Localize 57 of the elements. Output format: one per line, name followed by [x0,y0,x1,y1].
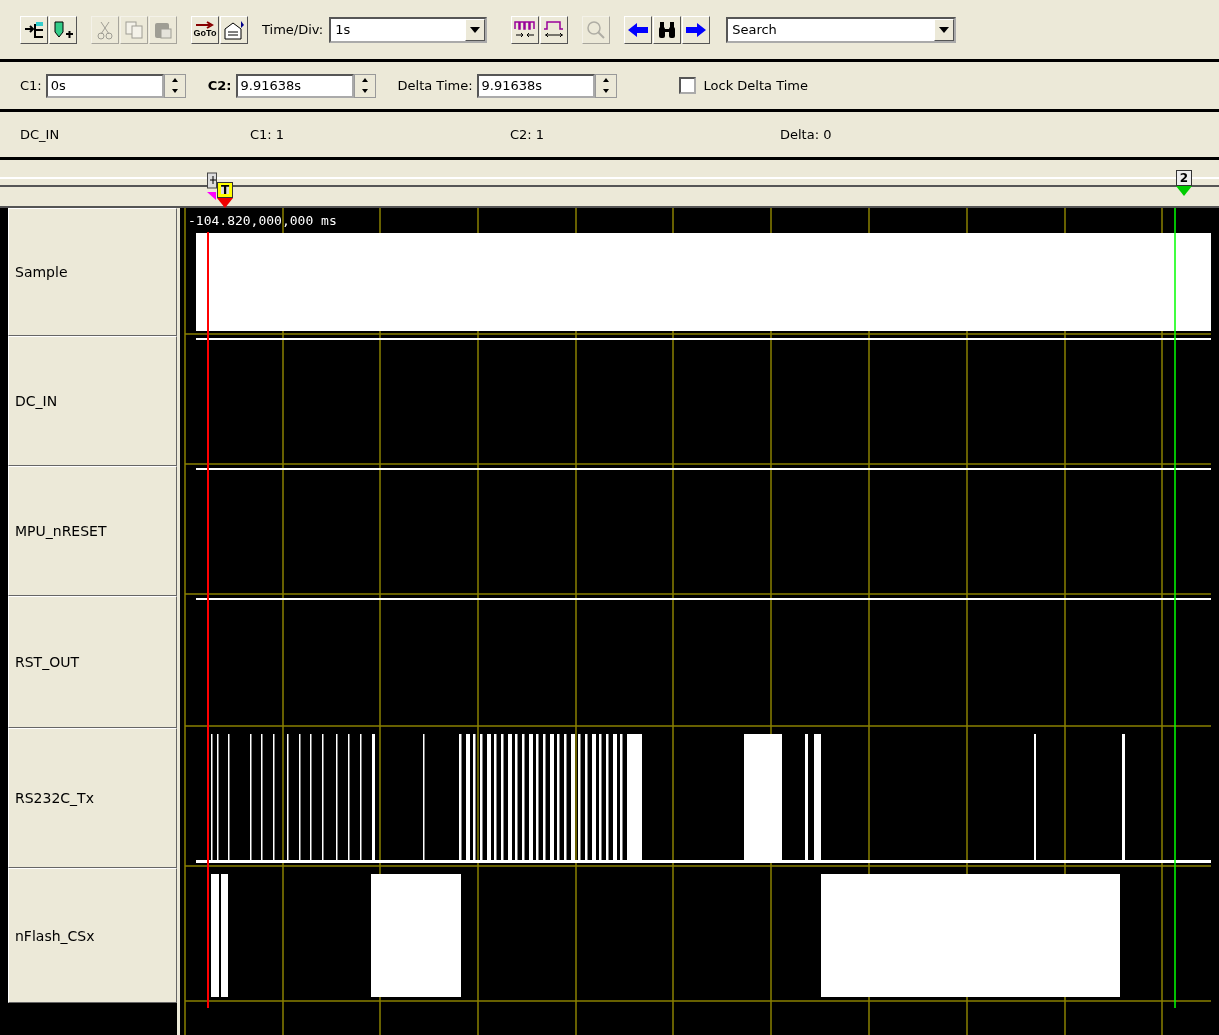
caret-icon [939,26,950,33]
signal-label[interactable]: RST_OUT [8,596,177,728]
down-arrow-icon [171,89,178,93]
dropdown-button[interactable] [934,18,955,41]
cursor-label: C1: [20,78,42,93]
dropdown-button[interactable] [465,18,486,41]
arrow-icon [195,21,215,29]
up-arrow-icon [602,78,609,82]
add-signal-icon [23,19,45,40]
add-signal-button[interactable] [20,15,48,44]
time-field[interactable]: 0s [45,73,164,98]
time-div-dropdown[interactable]: 1s [329,16,488,43]
checkbox-label: Lock Delta Time [703,78,808,93]
up-arrow-icon [361,78,368,82]
delta-value: Delta: 0 [780,127,833,142]
triangle-icon [216,198,234,208]
find-button[interactable] [653,15,682,44]
pulse-wide-icon [543,19,566,40]
signal-label[interactable]: DC_IN [8,336,177,466]
c2-value: C2: 1 [510,127,546,142]
left-arrow-icon [627,21,650,38]
triangle-icon [1175,186,1193,196]
cursor-label: C2: [207,78,232,93]
properties-icon [223,19,245,40]
up-arrow-icon [171,78,178,82]
down-arrow-icon [602,89,609,93]
scissors-icon [96,19,114,40]
right-arrow-icon [685,21,708,38]
next-button[interactable] [682,15,711,44]
pulse-train-icon [514,19,537,40]
cursor-label: Delta Time: [397,78,473,93]
spin-button[interactable] [594,73,617,98]
wave-wide-button[interactable] [540,15,569,44]
time-field[interactable]: 9.91638s [235,73,354,98]
magnifier-icon [586,19,607,40]
checkbox[interactable] [678,77,696,94]
signal-label[interactable]: MPU_nRESET [8,466,177,596]
caret-icon [470,26,481,33]
signal-name: DC_IN [20,127,61,142]
search-dropdown[interactable]: Search [726,16,957,43]
time-label: -104.820,000,000 ms [188,213,337,228]
add-marker-button[interactable] [49,15,77,44]
time-div-label: Time/Div: [262,22,324,37]
time-field[interactable]: 9.91638s [476,73,595,98]
copy-icon [124,19,144,40]
down-arrow-icon [361,89,368,93]
wave-narrow-button[interactable] [511,15,540,44]
c1-value: C1: 1 [250,127,286,142]
marker-plus-icon [52,19,74,40]
spin-button[interactable] [353,73,376,98]
spin-button[interactable] [163,73,186,98]
signal-label[interactable]: nFlash_CSx [8,868,177,1003]
signal-label[interactable]: RS232C_Tx [8,728,177,868]
prev-button[interactable] [624,15,653,44]
goto-button[interactable]: GoTo [191,15,219,44]
signal-label[interactable]: Sample [8,208,177,336]
properties-button[interactable] [220,15,248,44]
